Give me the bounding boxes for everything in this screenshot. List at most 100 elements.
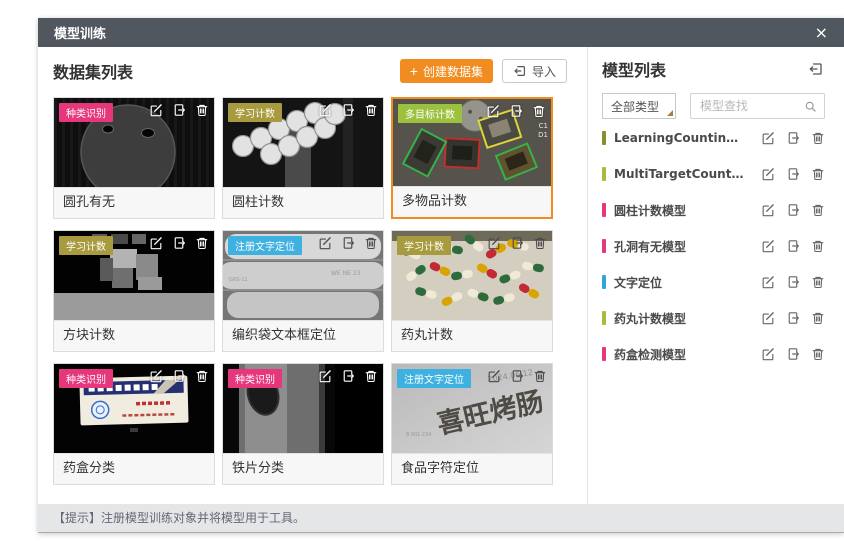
model-list-item[interactable]: 圆柱计数模型: [602, 192, 825, 228]
model-color-bar: [602, 239, 606, 253]
edit-icon[interactable]: [761, 311, 775, 325]
delete-icon[interactable]: [811, 131, 825, 145]
dataset-card[interactable]: 多目标计数 C1D1 多物品计数: [391, 97, 553, 219]
export-icon[interactable]: [786, 347, 800, 361]
export-icon[interactable]: [509, 104, 523, 118]
import-dataset-button[interactable]: 导入: [502, 59, 567, 83]
delete-icon[interactable]: [364, 103, 378, 117]
export-icon[interactable]: [786, 275, 800, 289]
delete-icon[interactable]: [195, 236, 209, 250]
import-model-icon[interactable]: [808, 61, 824, 77]
export-icon[interactable]: [172, 236, 186, 250]
export-icon[interactable]: [341, 103, 355, 117]
dataset-list-heading: 数据集列表: [53, 59, 133, 83]
model-list-item[interactable]: LearningCounting_25080...: [602, 120, 825, 156]
edit-icon[interactable]: [318, 369, 332, 383]
delete-icon[interactable]: [532, 104, 546, 118]
dataset-card-grid: * A51 种类识别 圆孔有无 学习计数 圆柱计数: [53, 97, 553, 485]
delete-icon[interactable]: [533, 369, 547, 383]
dialog-title: 模型训练: [54, 23, 106, 42]
delete-icon[interactable]: [811, 347, 825, 361]
model-list-item[interactable]: MultiTargetCounting_25...: [602, 156, 825, 192]
import-icon: [513, 64, 527, 78]
card-actions: [149, 236, 209, 250]
close-icon[interactable]: ×: [815, 25, 828, 41]
svg-text:WE NE 23: WE NE 23: [331, 270, 361, 277]
export-icon[interactable]: [786, 167, 800, 181]
delete-icon[interactable]: [364, 236, 378, 250]
svg-text:GRS-11: GRS-11: [229, 277, 248, 283]
delete-icon[interactable]: [364, 369, 378, 383]
edit-icon[interactable]: [761, 347, 775, 361]
dataset-card[interactable]: * A51 种类识别 圆孔有无: [53, 97, 215, 219]
delete-icon[interactable]: [195, 103, 209, 117]
delete-icon[interactable]: [811, 275, 825, 289]
edit-icon[interactable]: [487, 236, 501, 250]
export-icon[interactable]: [341, 236, 355, 250]
export-icon[interactable]: [172, 369, 186, 383]
model-name: 圆柱计数模型: [614, 202, 744, 219]
model-name: 药盒检测模型: [614, 346, 744, 363]
edit-icon[interactable]: [486, 104, 500, 118]
export-icon[interactable]: [341, 369, 355, 383]
edit-icon[interactable]: [487, 369, 501, 383]
dataset-card[interactable]: 种类识别 铁片分类: [222, 363, 384, 485]
model-name: LearningCounting_25080...: [614, 131, 744, 145]
create-dataset-button[interactable]: + 创建数据集: [400, 59, 493, 83]
dataset-card[interactable]: 学习计数 药丸计数: [391, 230, 553, 352]
model-search-input[interactable]: [698, 98, 804, 114]
dataset-card[interactable]: 学习计数 圆柱计数: [222, 97, 384, 219]
edit-icon[interactable]: [318, 236, 332, 250]
model-panel-header: 模型列表: [602, 57, 824, 81]
delete-icon[interactable]: [811, 239, 825, 253]
edit-icon[interactable]: [149, 236, 163, 250]
dataset-thumbnail: 2024.06.12 喜旺烤肠 8 901 234 注册文字定位: [392, 364, 552, 453]
delete-icon[interactable]: [811, 167, 825, 181]
card-actions: [487, 369, 547, 383]
export-icon[interactable]: [510, 369, 524, 383]
model-type-dropdown[interactable]: 全部类型: [602, 93, 676, 119]
card-actions: [318, 103, 378, 117]
export-icon[interactable]: [786, 131, 800, 145]
edit-icon[interactable]: [761, 239, 775, 253]
edit-icon[interactable]: [149, 369, 163, 383]
edit-icon[interactable]: [318, 103, 332, 117]
model-list-heading: 模型列表: [602, 57, 666, 81]
model-color-bar: [602, 311, 606, 325]
export-icon[interactable]: [786, 239, 800, 253]
card-actions: [487, 236, 547, 250]
search-icon[interactable]: [804, 100, 817, 113]
dataset-card[interactable]: 2024.06.12 喜旺烤肠 8 901 234 注册文字定位 食品字符定位: [391, 363, 553, 485]
hint-footer: 【提示】注册模型训练对象并将模型用于工具。: [38, 504, 844, 533]
model-list-item[interactable]: 孔洞有无模型: [602, 228, 825, 264]
export-icon[interactable]: [510, 236, 524, 250]
edit-icon[interactable]: [761, 131, 775, 145]
dataset-card[interactable]: 学习计数 方块计数: [53, 230, 215, 352]
card-actions: [318, 236, 378, 250]
create-dataset-label: 创建数据集: [423, 63, 483, 80]
edit-icon[interactable]: [149, 103, 163, 117]
model-list-item[interactable]: 药丸计数模型: [602, 300, 825, 336]
edit-icon[interactable]: [761, 167, 775, 181]
edit-icon[interactable]: [761, 203, 775, 217]
export-icon[interactable]: [786, 203, 800, 217]
model-list-item[interactable]: 药盒检测模型: [602, 336, 825, 372]
model-type-value: 全部类型: [611, 98, 659, 115]
dataset-card[interactable]: 种类识别 药盒分类: [53, 363, 215, 485]
edit-icon[interactable]: [761, 275, 775, 289]
delete-icon[interactable]: [533, 236, 547, 250]
export-icon[interactable]: [786, 311, 800, 325]
model-search-box: [690, 93, 825, 119]
dataset-thumbnail: 种类识别: [54, 364, 214, 453]
svg-text:8 901 234: 8 901 234: [406, 432, 431, 438]
delete-icon[interactable]: [811, 311, 825, 325]
export-icon[interactable]: [172, 103, 186, 117]
model-list-item[interactable]: 文字定位: [602, 264, 825, 300]
dataset-type-badge: 种类识别: [59, 103, 113, 122]
delete-icon[interactable]: [195, 369, 209, 383]
dataset-card[interactable]: WE NE 23 GRS-11 注册文字定位 编织袋文本框定位: [222, 230, 384, 352]
model-name: 文字定位: [614, 274, 744, 291]
delete-icon[interactable]: [811, 203, 825, 217]
model-name: MultiTargetCounting_25...: [614, 167, 744, 181]
dataset-panel: 数据集列表 + 创建数据集 导入: [38, 47, 587, 504]
